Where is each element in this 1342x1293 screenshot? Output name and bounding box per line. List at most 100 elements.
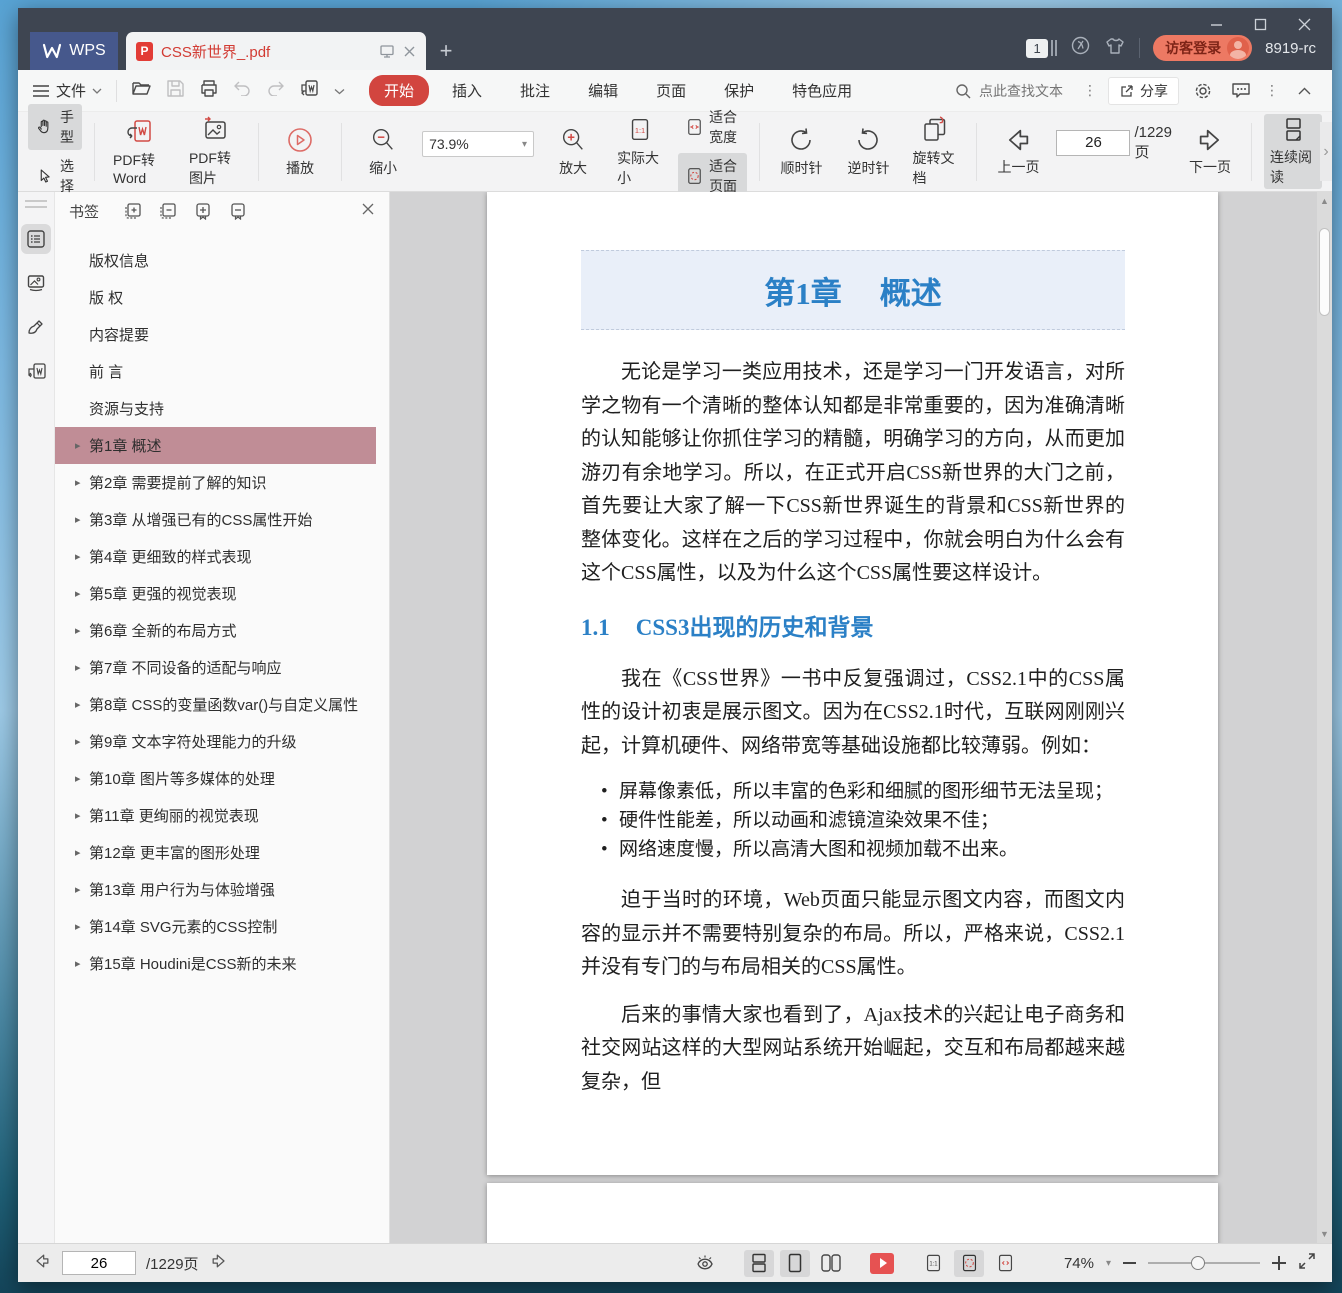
close-button[interactable] — [1282, 10, 1326, 38]
zoom-slider-knob[interactable] — [1190, 1256, 1205, 1270]
bookmark-item[interactable]: ▸ 第4章 更细致的样式表现 — [55, 538, 376, 575]
menu-tab[interactable]: 批注 — [505, 75, 565, 106]
guest-login-button[interactable]: 访客登录 — [1153, 35, 1253, 61]
rotate-clockwise-button[interactable]: 顺时针 — [772, 123, 830, 180]
window-count-badge[interactable]: 1 — [1026, 38, 1049, 58]
bookmark-item[interactable]: ▸ 版权信息 — [55, 242, 376, 279]
menu-tab[interactable]: 编辑 — [573, 75, 633, 106]
undo-button[interactable] — [233, 80, 252, 101]
caret-right-icon[interactable]: ▸ — [75, 439, 89, 452]
toolbar-expander-icon[interactable]: › — [1320, 122, 1332, 181]
zoom-slider[interactable] — [1148, 1256, 1260, 1270]
zoom-in-button[interactable]: 放大 — [544, 123, 602, 180]
search-more-icon[interactable]: ⋮ — [1083, 82, 1098, 99]
find-text-field[interactable]: ⋮ — [955, 82, 1098, 99]
maximize-button[interactable] — [1238, 10, 1282, 38]
bookmark-item[interactable]: ▸ 第1章 概述 — [55, 427, 376, 464]
menu-tab[interactable]: 特色应用 — [777, 75, 867, 106]
hand-tool-button[interactable]: 手型 — [28, 104, 82, 150]
monitor-icon[interactable] — [379, 44, 395, 59]
caret-right-icon[interactable]: ▸ — [75, 809, 89, 822]
caret-right-icon[interactable]: ▸ — [75, 698, 89, 711]
document-tab[interactable]: P CSS新世界_.pdf — [126, 32, 426, 70]
caret-right-icon[interactable]: ▸ — [75, 550, 89, 563]
scroll-down-icon[interactable]: ▼ — [1317, 1227, 1332, 1241]
statusbar-fit-width-button[interactable] — [990, 1250, 1020, 1277]
caret-right-icon[interactable]: ▸ — [75, 846, 89, 859]
bookmark-item[interactable]: ▸ 内容提要 — [55, 316, 376, 353]
panel-drag-handle[interactable] — [25, 200, 47, 208]
statusbar-fit-page-button[interactable] — [954, 1249, 984, 1277]
menu-tab[interactable]: 页面 — [641, 75, 701, 106]
continuous-reading-button[interactable]: 连续阅读 — [1264, 114, 1322, 189]
settings-gear-icon[interactable] — [1189, 77, 1217, 105]
file-menu[interactable]: 文件 — [32, 80, 102, 101]
close-panel-icon[interactable] — [361, 202, 375, 221]
caret-right-icon[interactable]: ▸ — [75, 772, 89, 785]
caret-right-icon[interactable]: ▸ — [75, 883, 89, 896]
caret-right-icon[interactable]: ▸ — [75, 513, 89, 526]
scrollbar-thumb[interactable] — [1319, 228, 1330, 316]
menu-tab[interactable]: 保护 — [709, 75, 769, 106]
signature-panel-button[interactable] — [21, 312, 51, 342]
zoom-minus-button[interactable] — [1123, 1262, 1136, 1264]
bookmark-item[interactable]: ▸ 第9章 文本字符处理能力的升级 — [55, 723, 376, 760]
two-page-view-button[interactable] — [816, 1250, 846, 1277]
share-button[interactable]: 分享 — [1108, 76, 1179, 105]
rotate-counterclockwise-button[interactable]: 逆时针 — [839, 123, 897, 180]
zoom-caret-icon[interactable]: ▾ — [1106, 1258, 1111, 1269]
menu-tab[interactable]: 开始 — [369, 75, 430, 106]
next-page-button[interactable]: 下一页 — [1181, 124, 1239, 179]
rotate-document-button[interactable]: 旋转文档 — [906, 113, 964, 190]
statusbar-next-page-button[interactable] — [209, 1251, 229, 1276]
bookmark-item[interactable]: ▸ 第15章 Houdini是CSS新的未来 — [55, 945, 376, 982]
collapse-ribbon-icon[interactable] — [1290, 77, 1318, 105]
search-input[interactable] — [979, 82, 1075, 99]
scroll-up-icon[interactable]: ▲ — [1317, 194, 1332, 208]
new-tab-button[interactable]: + — [426, 32, 466, 70]
fullscreen-button[interactable] — [1298, 1252, 1316, 1275]
bookmark-item[interactable]: ▸ 资源与支持 — [55, 390, 376, 427]
select-tool-button[interactable]: 选择 — [28, 153, 82, 199]
save-button[interactable] — [166, 79, 185, 103]
quickbar-chevron-icon[interactable] — [334, 82, 345, 100]
pdf-to-word-button[interactable]: PDF转Word — [107, 115, 174, 188]
statusbar-play-button[interactable] — [870, 1252, 894, 1274]
menubar-more-icon[interactable]: ⋮ — [1265, 82, 1280, 99]
caret-right-icon[interactable]: ▸ — [75, 476, 89, 489]
play-slideshow-button[interactable]: 播放 — [271, 123, 329, 180]
bookmark-item[interactable]: ▸ 第12章 更丰富的图形处理 — [55, 834, 376, 871]
export-word-icon[interactable] — [299, 78, 320, 103]
collapse-all-icon[interactable] — [159, 202, 177, 220]
bookmark-item[interactable]: ▸ 第14章 SVG元素的CSS控制 — [55, 908, 376, 945]
caret-right-icon[interactable]: ▸ — [75, 661, 89, 674]
statusbar-zoom-value[interactable]: 74% — [1064, 1255, 1094, 1272]
to-word-panel-button[interactable] — [21, 356, 51, 386]
expand-all-icon[interactable] — [124, 202, 142, 220]
bookmark-item[interactable]: ▸ 第5章 更强的视觉表现 — [55, 575, 376, 612]
bookmark-item[interactable]: ▸ 第6章 全新的布局方式 — [55, 612, 376, 649]
zoom-plus-button[interactable] — [1272, 1256, 1286, 1270]
remove-bookmark-icon[interactable] — [229, 202, 247, 220]
caret-right-icon[interactable]: ▸ — [75, 735, 89, 748]
bookmark-item[interactable]: ▸ 第10章 图片等多媒体的处理 — [55, 760, 376, 797]
thumbnails-panel-button[interactable] — [21, 268, 51, 298]
statusbar-prev-page-button[interactable] — [32, 1251, 52, 1276]
minimize-button[interactable] — [1194, 10, 1238, 38]
caret-right-icon[interactable]: ▸ — [75, 587, 89, 600]
bookmark-item[interactable]: ▸ 第7章 不同设备的适配与响应 — [55, 649, 376, 686]
fit-width-button[interactable]: 适合宽度 — [678, 104, 747, 150]
statusbar-actual-size-button[interactable]: 1:1 — [918, 1250, 948, 1277]
bookmark-item[interactable]: ▸ 第13章 用户行为与体验增强 — [55, 871, 376, 908]
print-button[interactable] — [199, 79, 219, 103]
caret-right-icon[interactable]: ▸ — [75, 957, 89, 970]
open-file-button[interactable] — [131, 79, 152, 102]
bookmark-item[interactable]: ▸ 第3章 从增强已有的CSS属性开始 — [55, 501, 376, 538]
bookmark-item[interactable]: ▸ 第11章 更绚丽的视觉表现 — [55, 797, 376, 834]
document-view[interactable]: 第1章 概述 无论是学习一类应用技术，还是学习一门开发语言，对所学之物有一个清晰… — [390, 192, 1332, 1243]
previous-page-button[interactable]: 上一页 — [989, 124, 1047, 179]
docer-icon[interactable] — [1070, 35, 1091, 61]
statusbar-page-input[interactable] — [62, 1251, 136, 1275]
toolbar-page-input[interactable] — [1056, 129, 1131, 156]
bookmark-item[interactable]: ▸ 第2章 需要提前了解的知识 — [55, 464, 376, 501]
